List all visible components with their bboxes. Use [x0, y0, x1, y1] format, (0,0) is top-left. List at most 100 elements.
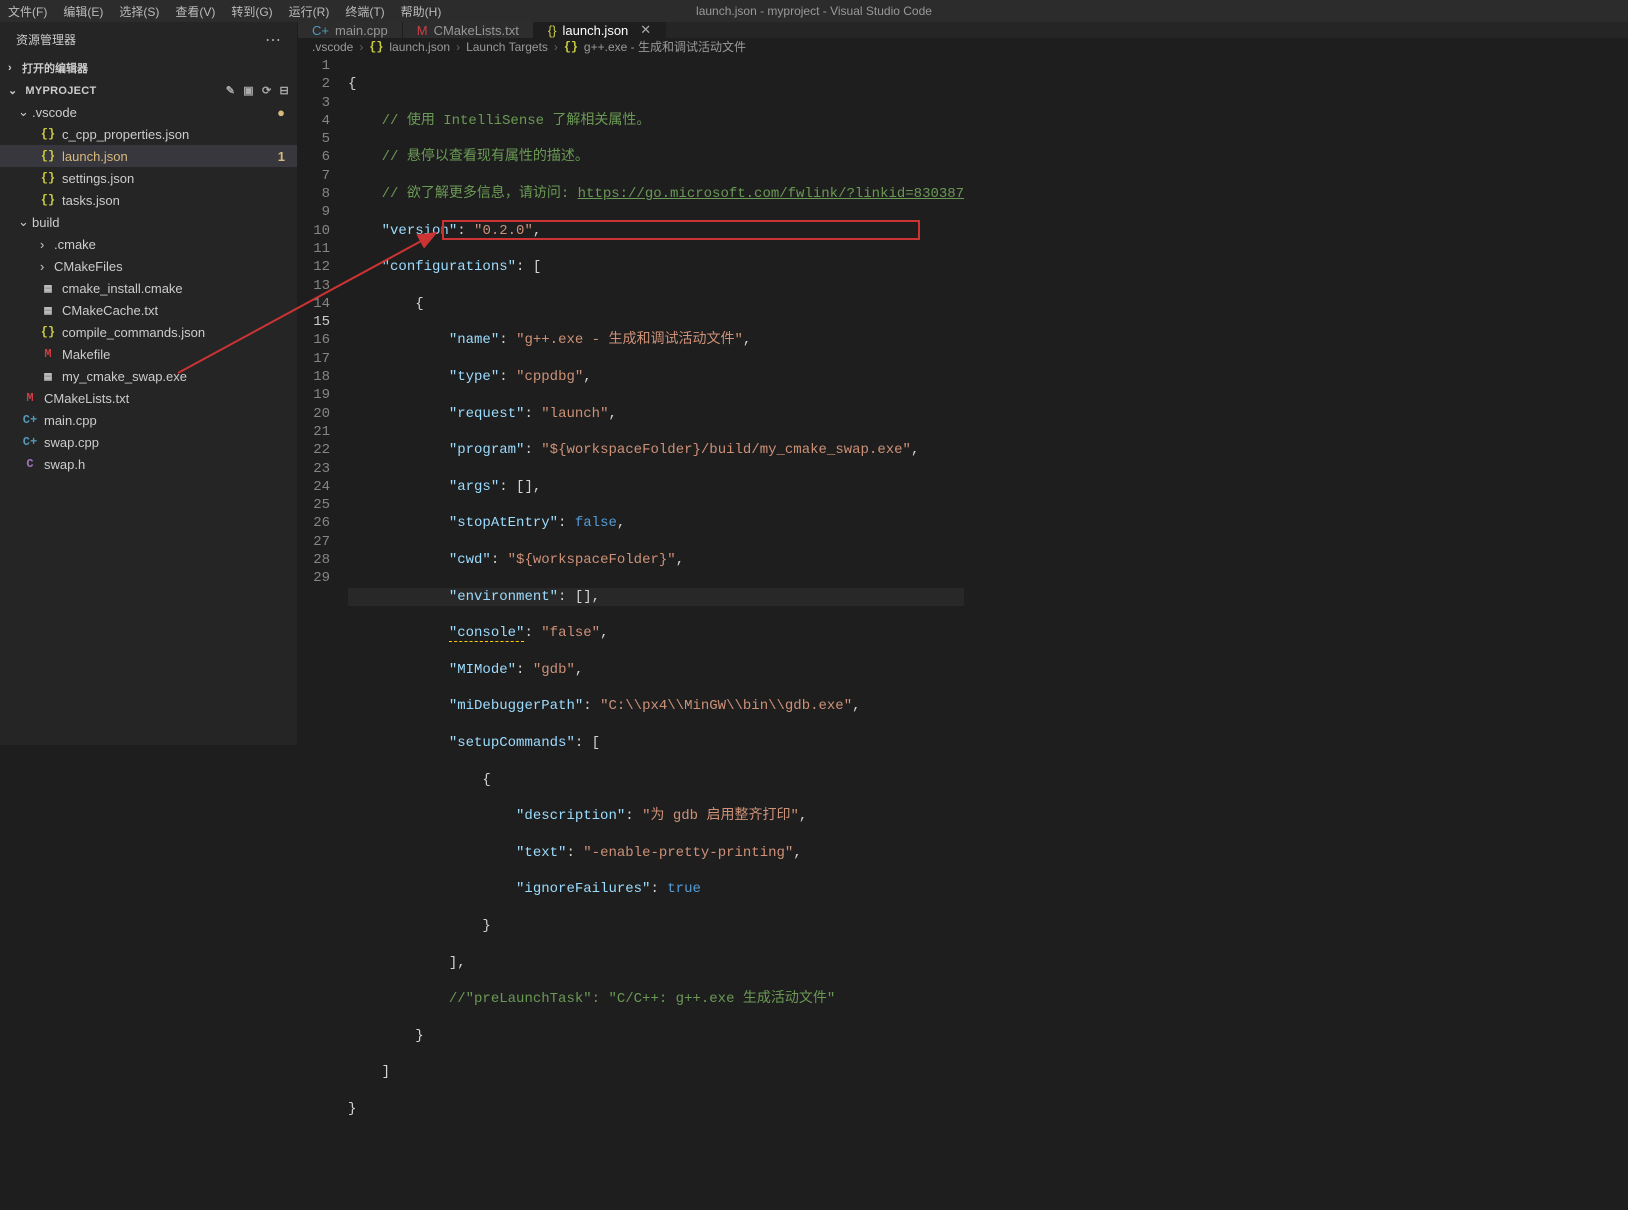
menu-view[interactable]: 查看(V): [167, 3, 223, 20]
chevron-right-icon: ›: [8, 62, 18, 74]
file-label: c_cpp_properties.json: [62, 127, 189, 142]
file-swap-h[interactable]: C swap.h: [0, 453, 297, 475]
file-label: main.cpp: [44, 413, 97, 428]
file-label: my_cmake_swap.exe: [62, 369, 187, 384]
open-editors-label: 打开的编辑器: [22, 60, 88, 76]
git-dot-icon: ●: [277, 105, 285, 120]
folder-build[interactable]: ⌄ build: [0, 211, 297, 233]
crumb-file[interactable]: launch.json: [389, 40, 450, 54]
file-exe[interactable]: ▤ my_cmake_swap.exe: [0, 365, 297, 387]
json-icon: {}: [40, 170, 56, 186]
file-label: swap.cpp: [44, 435, 99, 450]
chevron-right-icon: ›: [456, 40, 460, 54]
folder-cmakefiles[interactable]: › CMakeFiles: [0, 255, 297, 277]
menu-terminal[interactable]: 终端(T): [337, 3, 392, 20]
file-launch-json[interactable]: {} launch.json 1: [0, 145, 297, 167]
file-icon: ▤: [40, 368, 56, 384]
new-folder-icon[interactable]: ▣: [243, 84, 254, 97]
menu-help[interactable]: 帮助(H): [393, 3, 450, 20]
file-label: cmake_install.cmake: [62, 281, 183, 296]
tab-bar: C+ main.cpp M CMakeLists.txt {} launch.j…: [298, 22, 1628, 38]
breadcrumb[interactable]: .vscode › {} launch.json › Launch Target…: [298, 38, 1628, 55]
cmake-icon: M: [22, 390, 38, 406]
tab-launch-json[interactable]: {} launch.json ✕: [534, 22, 666, 38]
file-settings-json[interactable]: {} settings.json: [0, 167, 297, 189]
folder-label: CMakeFiles: [54, 259, 123, 274]
collapse-icon[interactable]: ⊟: [279, 84, 289, 97]
chevron-right-icon: ›: [40, 237, 50, 252]
tab-main-cpp[interactable]: C+ main.cpp: [298, 22, 403, 38]
explorer-title: 资源管理器 ⋯: [0, 22, 297, 57]
tab-label: CMakeLists.txt: [434, 23, 519, 38]
folder-label: build: [32, 215, 59, 230]
json-icon: {}: [40, 324, 56, 340]
file-label: compile_commands.json: [62, 325, 205, 340]
chevron-right-icon: ›: [554, 40, 558, 54]
crumb-section[interactable]: Launch Targets: [466, 40, 548, 54]
crumb-leaf[interactable]: g++.exe - 生成和调试活动文件: [584, 38, 746, 55]
menubar: 文件(F) 编辑(E) 选择(S) 查看(V) 转到(G) 运行(R) 终端(T…: [0, 0, 1628, 22]
header-icon: C: [22, 456, 38, 472]
json-icon: {}: [40, 126, 56, 142]
file-label: tasks.json: [62, 193, 120, 208]
chevron-down-icon: ⌄: [8, 84, 18, 97]
project-header[interactable]: ⌄ MYPROJECT ✎ ▣ ⟳ ⊟: [0, 79, 297, 101]
tab-cmakelists[interactable]: M CMakeLists.txt: [403, 22, 534, 38]
refresh-icon[interactable]: ⟳: [262, 84, 272, 97]
explorer-sidebar: 资源管理器 ⋯ › 打开的编辑器 ⌄ MYPROJECT ✎ ▣ ⟳ ⊟ ⌄ .…: [0, 22, 298, 745]
json-icon: {}: [369, 40, 383, 54]
close-icon[interactable]: ✕: [640, 22, 651, 38]
json-icon: {}: [40, 148, 56, 164]
file-cmakelists[interactable]: M CMakeLists.txt: [0, 387, 297, 409]
chevron-down-icon: ⌄: [18, 214, 28, 230]
chevron-down-icon: ⌄: [18, 104, 28, 120]
file-makefile[interactable]: M Makefile: [0, 343, 297, 365]
tab-label: launch.json: [563, 23, 629, 38]
makefile-icon: M: [40, 346, 56, 362]
file-label: launch.json: [62, 149, 128, 164]
menu-select[interactable]: 选择(S): [111, 3, 167, 20]
code-lines[interactable]: { // 使用 IntelliSense 了解相关属性。 // 悬停以查看现有属…: [348, 55, 964, 1210]
editor-area: C+ main.cpp M CMakeLists.txt {} launch.j…: [298, 22, 1628, 745]
modified-badge: 1: [278, 149, 285, 164]
cpp-icon: C+: [22, 412, 38, 428]
json-icon: {}: [548, 23, 557, 38]
file-cmake-install[interactable]: ▤ cmake_install.cmake: [0, 277, 297, 299]
menu-go[interactable]: 转到(G): [223, 3, 280, 20]
folder-label: .vscode: [32, 105, 77, 120]
menu-file[interactable]: 文件(F): [0, 3, 55, 20]
explorer-label: 资源管理器: [16, 31, 76, 48]
new-file-icon[interactable]: ✎: [226, 84, 236, 97]
open-editors-header[interactable]: › 打开的编辑器: [0, 57, 297, 79]
file-label: CMakeCache.txt: [62, 303, 158, 318]
chevron-right-icon: ›: [40, 259, 50, 274]
folder-cmake[interactable]: › .cmake: [0, 233, 297, 255]
file-label: CMakeLists.txt: [44, 391, 129, 406]
tab-label: main.cpp: [335, 23, 388, 38]
file-compile-commands[interactable]: {} compile_commands.json: [0, 321, 297, 343]
ellipsis-icon[interactable]: ⋯: [265, 30, 281, 50]
file-swap-cpp[interactable]: C+ swap.cpp: [0, 431, 297, 453]
folder-label: .cmake: [54, 237, 96, 252]
code-editor[interactable]: 12345 678910 1112131415 1617181920 21222…: [298, 55, 1628, 1210]
chevron-right-icon: ›: [359, 40, 363, 54]
folder-vscode[interactable]: ⌄ .vscode ●: [0, 101, 297, 123]
project-label: MYPROJECT: [25, 85, 96, 97]
file-ccpp-properties[interactable]: {} c_cpp_properties.json: [0, 123, 297, 145]
file-cmakecache[interactable]: ▤ CMakeCache.txt: [0, 299, 297, 321]
crumb-folder[interactable]: .vscode: [312, 40, 353, 54]
file-tasks-json[interactable]: {} tasks.json: [0, 189, 297, 211]
cpp-icon: C+: [312, 23, 329, 38]
menu-edit[interactable]: 编辑(E): [55, 3, 111, 20]
menu-run[interactable]: 运行(R): [281, 3, 338, 20]
json-icon: {}: [564, 40, 578, 54]
file-label: Makefile: [62, 347, 110, 362]
file-label: swap.h: [44, 457, 85, 472]
file-main-cpp[interactable]: C+ main.cpp: [0, 409, 297, 431]
file-icon: ▤: [40, 280, 56, 296]
file-icon: ▤: [40, 302, 56, 318]
file-label: settings.json: [62, 171, 134, 186]
json-icon: {}: [40, 192, 56, 208]
cpp-icon: C+: [22, 434, 38, 450]
line-gutter: 12345 678910 1112131415 1617181920 21222…: [298, 55, 348, 1210]
